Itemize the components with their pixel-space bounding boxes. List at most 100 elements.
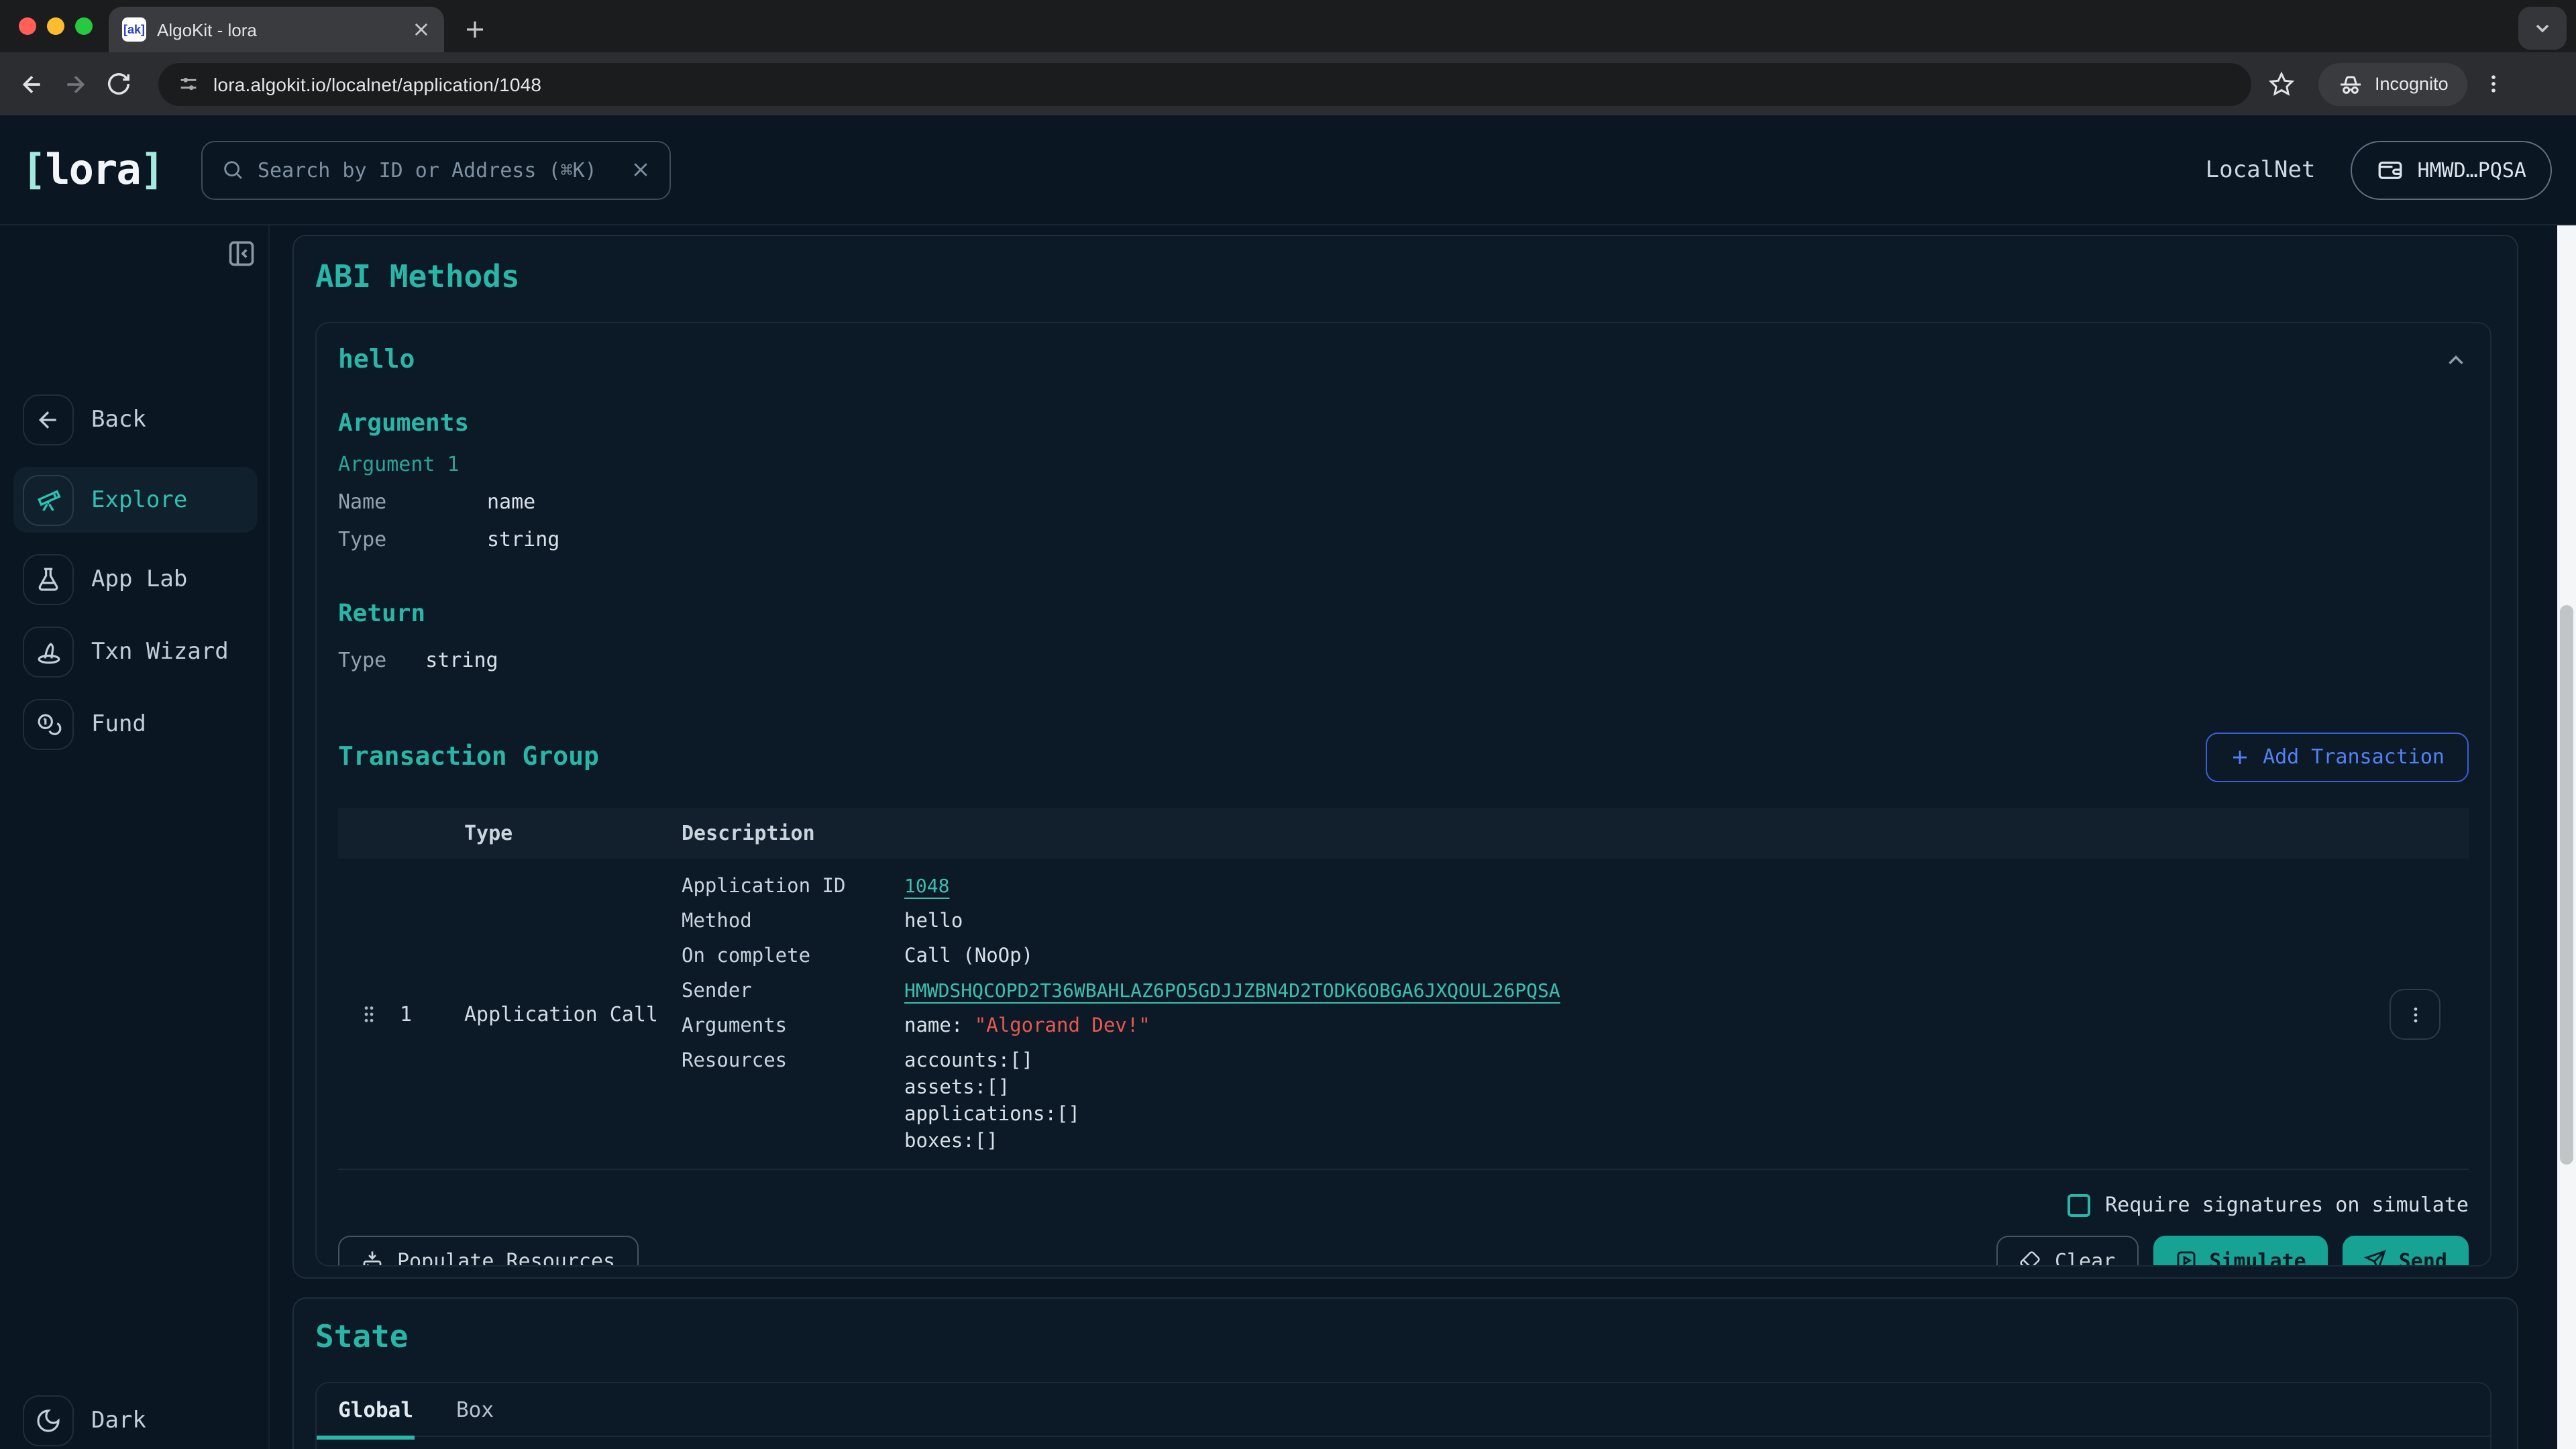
close-window-button[interactable] [19,17,36,35]
page-scrollbar [2557,225,2576,1449]
transaction-table: Type Description 1 Application Call Appl… [338,808,2469,1170]
bookmark-star-icon[interactable] [2259,62,2302,105]
scrollbar-thumb[interactable] [2560,605,2573,1165]
search-icon [221,158,244,181]
field-arguments: Arguments name: "Algorand Dev!" [682,1016,2361,1037]
url-bar[interactable]: lora.algokit.io/localnet/application/104… [158,62,2251,105]
send-icon [2364,1249,2387,1267]
require-signatures-row: Require signatures on simulate [338,1191,2469,1218]
browser-chrome: [ak] AlgoKit - lora [0,0,2576,115]
field-application-id: Application ID 1048 [682,876,2361,898]
flask-icon [23,554,74,605]
row-type: Application Call [464,1002,682,1026]
sidebar-item-app-lab[interactable]: App Lab [13,554,258,605]
col-header-description: Description [682,821,2361,845]
browser-tab[interactable]: [ak] AlgoKit - lora [109,7,444,52]
populate-resources-button[interactable]: Populate Resources [338,1236,638,1267]
return-type-row: Type string [338,648,2469,672]
reload-icon[interactable] [97,62,140,105]
fullscreen-window-button[interactable] [75,17,93,35]
col-header-type: Type [464,821,682,845]
arrow-left-icon [23,394,74,445]
browser-toolbar: lora.algokit.io/localnet/application/104… [0,52,2576,115]
wizard-hat-icon [23,627,74,678]
row-index: 1 [400,1002,464,1026]
tab-search-chevron-button[interactable] [2518,7,2567,50]
search-clear-icon[interactable] [631,160,651,180]
sidebar-item-explore[interactable]: Explore [13,467,258,533]
field-method: Method hello [682,911,2361,932]
moon-icon [23,1395,74,1446]
minimize-window-button[interactable] [47,17,64,35]
search-input[interactable] [258,158,617,182]
arguments-heading: Arguments [338,409,2469,437]
send-button[interactable]: Send [2343,1236,2469,1267]
coins-icon [23,699,74,750]
abi-methods-card: ABI Methods hello Arguments Argument 1 N… [292,235,2518,1279]
wallet-address: HMWD…PQSA [2417,158,2526,182]
row-description: Application ID 1048 Method hello On comp… [682,876,2361,1152]
table-row: 1 Application Call Application ID 1048 M… [338,859,2469,1170]
hard-drive-download-icon [361,1249,384,1267]
sidebar-item-theme-dark[interactable]: Dark [13,1395,258,1446]
argument-string-value: "Algorand Dev!" [975,1016,1150,1037]
method-name: hello [338,345,415,374]
state-title: State [315,1320,2491,1355]
wallet-button[interactable]: HMWD…PQSA [2350,140,2552,199]
clear-button[interactable]: Clear [1997,1236,2138,1267]
resource-accounts: accounts:[] [904,1052,1080,1072]
forward-nav-icon[interactable] [54,62,97,105]
simulate-button[interactable]: Simulate [2153,1236,2328,1267]
chevron-up-icon[interactable] [2443,347,2469,372]
method-header[interactable]: hello [338,342,2469,377]
application-id-link[interactable]: 1048 [904,876,949,898]
search-box[interactable] [201,140,671,199]
eraser-icon [2020,1250,2041,1267]
url-text: lora.algokit.io/localnet/application/104… [213,73,541,95]
incognito-label: Incognito [2375,74,2449,94]
tab-strip: [ak] AlgoKit - lora [0,0,2576,52]
row-menu-button[interactable] [2390,989,2440,1040]
network-label[interactable]: LocalNet [2206,156,2316,183]
state-tabs-card: Global Box [315,1382,2491,1449]
argument-name-row: Name name [338,490,2469,514]
resource-assets: assets:[] [904,1079,1080,1099]
tab-close-icon[interactable] [412,20,431,39]
tab-global[interactable]: Global [317,1383,435,1436]
sidebar-footer: Dark Settings [13,1395,258,1449]
resource-boxes: boxes:[] [904,1132,1080,1152]
argument-type-row: Type string [338,527,2469,551]
sidebar-item-txn-wizard[interactable]: Txn Wizard [13,627,258,678]
sender-address-link[interactable]: HMWDSHQCOPD2T36WBAHLAZ6PO5GDJJZBN4D2TODK… [904,981,1560,1002]
browser-menu-icon[interactable] [2473,62,2516,105]
field-sender: Sender HMWDSHQCOPD2T36WBAHLAZ6PO5GDJJZBN… [682,981,2361,1002]
table-header-row: Type Description [338,808,2469,859]
lora-logo[interactable]: [lora] [21,146,164,194]
sidebar-collapse-icon[interactable] [227,239,256,268]
back-nav-icon[interactable] [11,62,54,105]
tab-box[interactable]: Box [435,1383,515,1436]
plus-icon [2229,747,2249,767]
require-signatures-label: Require signatures on simulate [2105,1193,2469,1217]
sidebar-item-back[interactable]: Back [13,394,258,445]
transaction-actions: Populate Resources Clear [338,1236,2469,1267]
return-heading: Return [338,600,2469,628]
square-play-icon [2174,1249,2197,1267]
new-tab-button[interactable] [456,11,494,48]
tab-title: AlgoKit - lora [157,19,401,40]
require-signatures-checkbox[interactable] [2068,1193,2090,1216]
transaction-group-title: Transaction Group [338,742,599,771]
sidebar-item-fund[interactable]: Fund [13,699,258,750]
incognito-icon [2337,70,2364,97]
screen: [ak] AlgoKit - lora [0,0,2576,1449]
argument1-label: Argument 1 [338,452,2469,476]
site-settings-icon[interactable] [177,72,200,95]
drag-handle-icon[interactable] [338,1001,400,1028]
add-transaction-button[interactable]: Add Transaction [2205,732,2469,782]
window-controls [19,17,93,35]
wallet-icon [2375,156,2404,184]
sidebar: Back Explore [0,225,270,1449]
field-resources: Resources accounts:[] assets:[] applicat… [682,1051,2361,1152]
lora-app: [lora] LocalNet [0,115,2576,1449]
incognito-badge: Incognito [2318,62,2467,105]
